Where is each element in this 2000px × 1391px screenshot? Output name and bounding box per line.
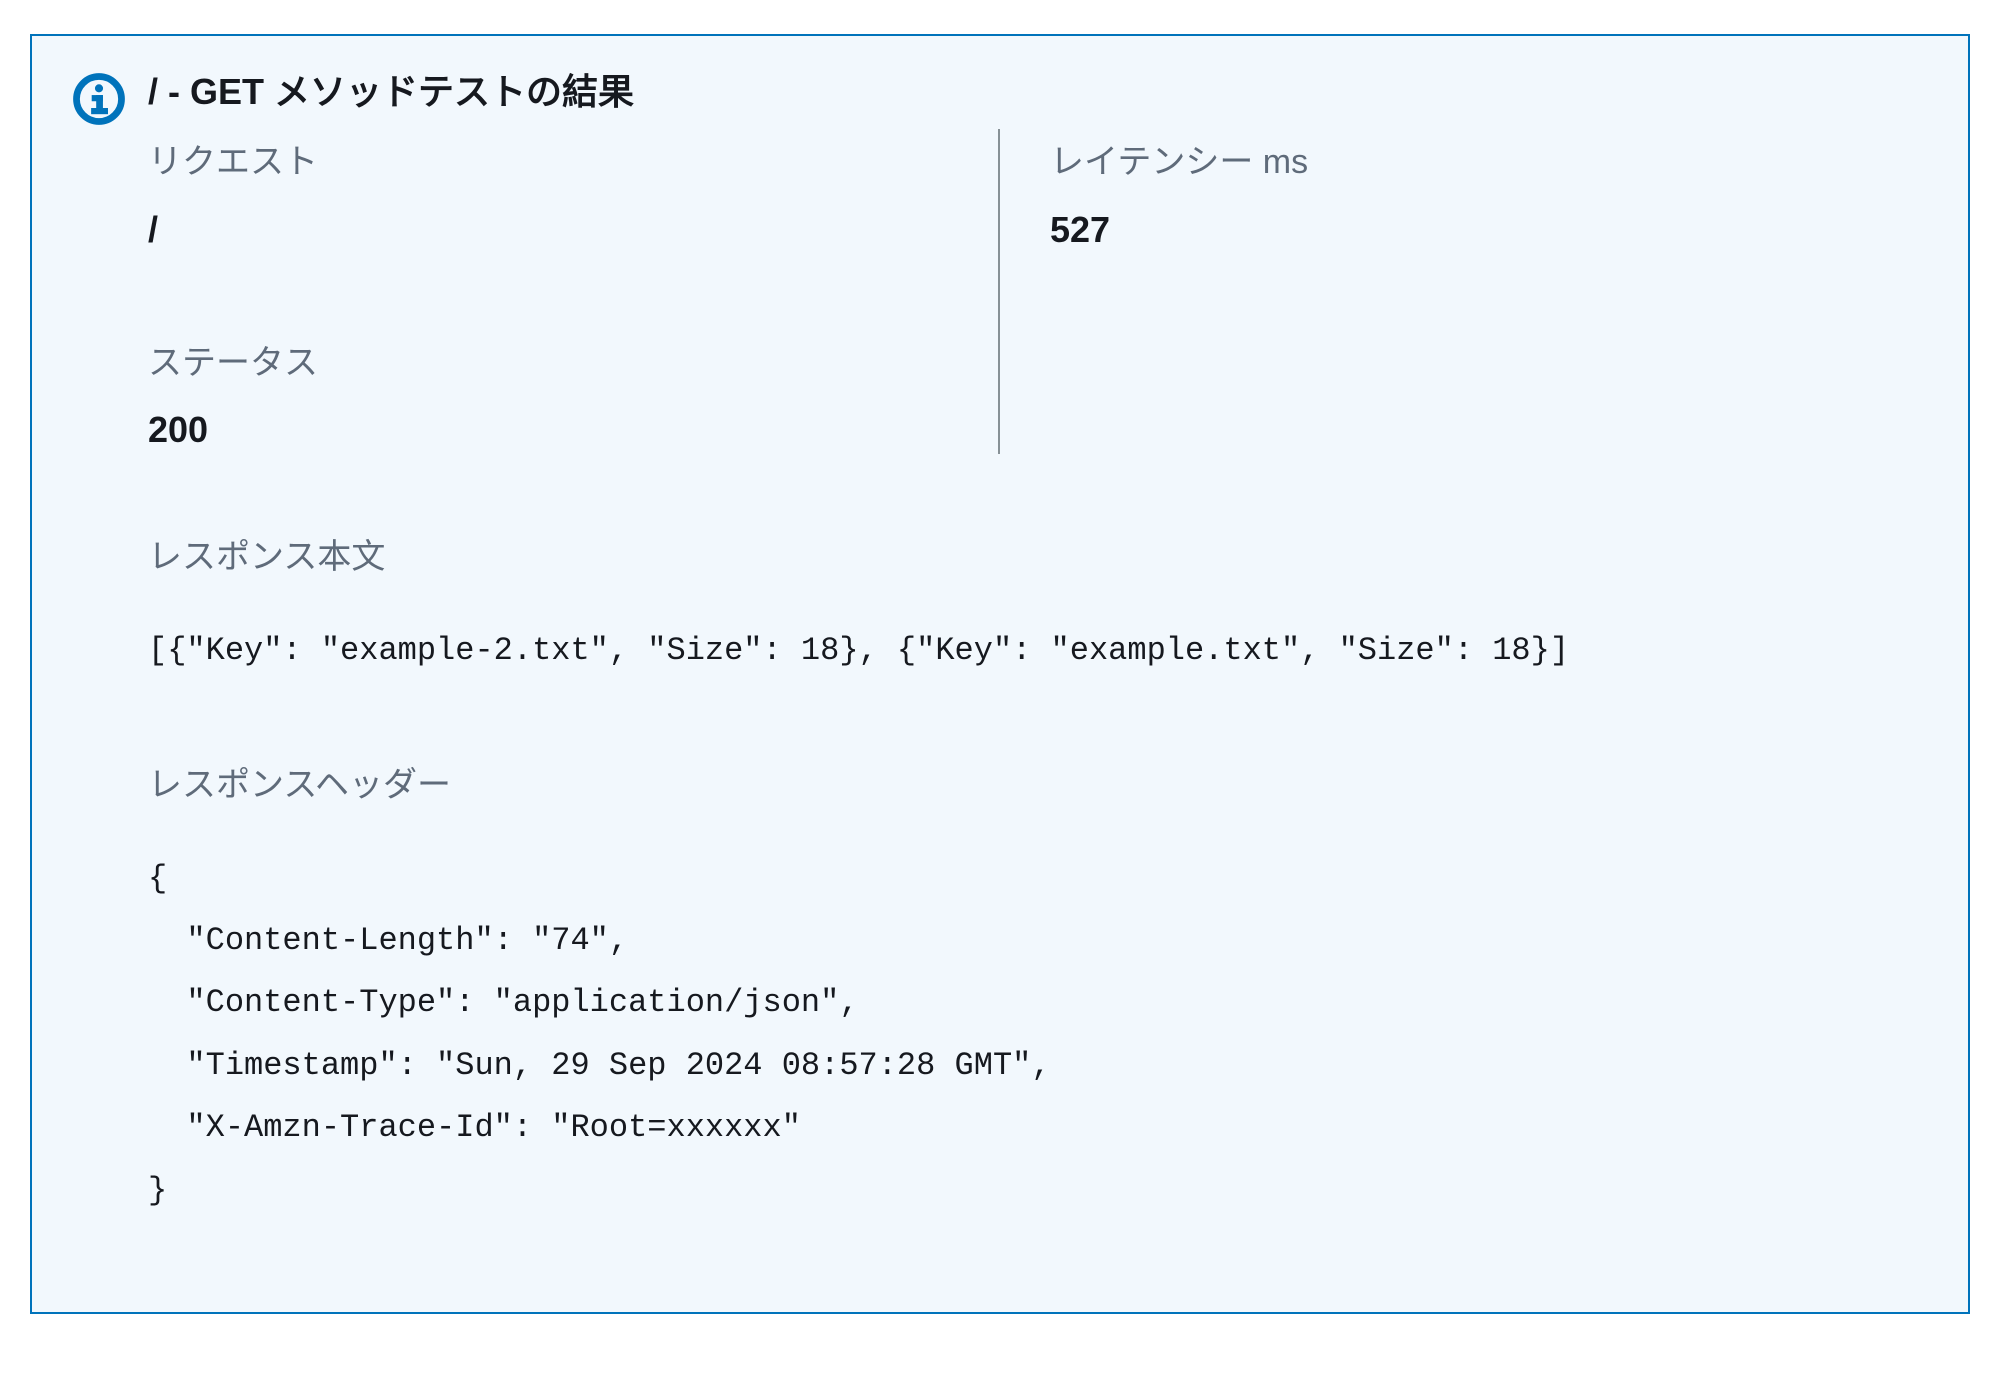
response-body-value: [{"Key": "example-2.txt", "Size": 18}, {… — [148, 620, 1928, 682]
panel-title: / - GET メソッドテストの結果 — [148, 70, 1928, 113]
response-headers-value: { "Content-Length": "74", "Content-Type"… — [148, 848, 1928, 1222]
status-block: ステータス 200 — [148, 340, 968, 454]
summary-grid: リクエスト / ステータス 200 レイテンシー ms 527 — [148, 129, 1928, 454]
response-headers-label: レスポンスヘッダー — [148, 762, 1928, 810]
summary-right-column: レイテンシー ms 527 — [1000, 129, 1928, 454]
request-label: リクエスト — [148, 139, 968, 187]
info-icon — [72, 72, 126, 126]
status-value: 200 — [148, 407, 968, 454]
panel-content: / - GET メソッドテストの結果 リクエスト / ステータス 200 レイテ… — [148, 70, 1928, 1222]
panel-header: / - GET メソッドテストの結果 リクエスト / ステータス 200 レイテ… — [72, 70, 1928, 1222]
response-body-label: レスポンス本文 — [148, 534, 1928, 582]
request-value: / — [148, 207, 968, 254]
latency-value: 527 — [1050, 207, 1928, 254]
summary-left-column: リクエスト / ステータス 200 — [148, 129, 998, 454]
latency-label: レイテンシー ms — [1050, 139, 1928, 187]
status-label: ステータス — [148, 340, 968, 388]
method-test-result-panel: / - GET メソッドテストの結果 リクエスト / ステータス 200 レイテ… — [30, 34, 1970, 1314]
